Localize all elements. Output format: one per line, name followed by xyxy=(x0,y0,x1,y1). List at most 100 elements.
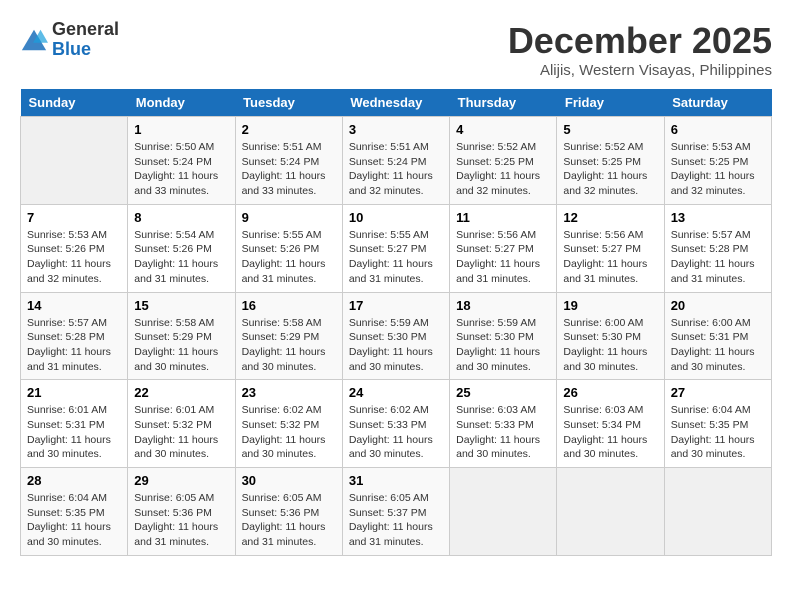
day-number: 20 xyxy=(671,298,765,313)
calendar-cell: 14Sunrise: 5:57 AMSunset: 5:28 PMDayligh… xyxy=(21,292,128,380)
day-number: 4 xyxy=(456,122,550,137)
day-number: 18 xyxy=(456,298,550,313)
day-number: 28 xyxy=(27,473,121,488)
day-number: 3 xyxy=(349,122,443,137)
calendar-cell: 11 Sunrise: 5:56 AMSunset: 5:27 PMDayligh… xyxy=(450,204,557,292)
day-info: Sunrise: 6:02 AMSunset: 5:33 PMDaylight:… xyxy=(349,403,443,462)
day-number: 19 xyxy=(563,298,657,313)
day-number: 22 xyxy=(134,385,228,400)
day-info: Sunrise: 5:53 AMSunset: 5:26 PMDaylight:… xyxy=(27,228,121,287)
calendar-cell: 3 Sunrise: 5:51 AMSunset: 5:24 PMDaylight… xyxy=(342,117,449,205)
column-header-wednesday: Wednesday xyxy=(342,89,449,117)
calendar-cell: 28 Sunrise: 6:04 AMSunset: 5:35 PMDayligh… xyxy=(21,468,128,556)
day-info: Sunrise: 5:58 AMSunset: 5:29 PMDaylight:… xyxy=(242,316,336,375)
day-info: Sunrise: 5:55 AMSunset: 5:27 PMDaylight:… xyxy=(349,228,443,287)
day-number: 21 xyxy=(27,385,121,400)
day-info: Sunrise: 5:55 AMSunset: 5:26 PMDaylight:… xyxy=(242,228,336,287)
calendar-cell: 16 Sunrise: 5:58 AMSunset: 5:29 PMDayligh… xyxy=(235,292,342,380)
logo-text: General Blue xyxy=(52,20,119,60)
day-info: Sunrise: 6:00 AMSunset: 5:30 PMDaylight:… xyxy=(563,316,657,375)
page-header: General Blue December 2025 Alijis, Weste… xyxy=(20,20,772,79)
calendar-cell: 1 Sunrise: 5:50 AMSunset: 5:24 PMDaylight… xyxy=(128,117,235,205)
day-info: Sunrise: 5:56 AMSunset: 5:27 PMDaylight:… xyxy=(563,228,657,287)
calendar-cell xyxy=(557,468,664,556)
calendar-week-row: 14Sunrise: 5:57 AMSunset: 5:28 PMDayligh… xyxy=(21,292,772,380)
day-number: 16 xyxy=(242,298,336,313)
calendar-cell: 26Sunrise: 6:03 AMSunset: 5:34 PMDayligh… xyxy=(557,380,664,468)
calendar-week-row: 1 Sunrise: 5:50 AMSunset: 5:24 PMDaylight… xyxy=(21,117,772,205)
day-number: 5 xyxy=(563,122,657,137)
day-number: 10 xyxy=(349,210,443,225)
calendar-cell xyxy=(664,468,771,556)
logo-general: General xyxy=(52,19,119,39)
calendar-week-row: 28 Sunrise: 6:04 AMSunset: 5:35 PMDayligh… xyxy=(21,468,772,556)
logo-icon xyxy=(20,26,48,54)
calendar-cell: 30Sunrise: 6:05 AMSunset: 5:36 PMDayligh… xyxy=(235,468,342,556)
day-number: 11 xyxy=(456,210,550,225)
day-number: 7 xyxy=(27,210,121,225)
day-number: 15 xyxy=(134,298,228,313)
calendar-table: SundayMondayTuesdayWednesdayThursdayFrid… xyxy=(20,89,772,556)
calendar-cell: 12 Sunrise: 5:56 AMSunset: 5:27 PMDayligh… xyxy=(557,204,664,292)
day-info: Sunrise: 5:52 AMSunset: 5:25 PMDaylight:… xyxy=(456,140,550,199)
calendar-cell: 6Sunrise: 5:53 AMSunset: 5:25 PMDaylight… xyxy=(664,117,771,205)
day-info: Sunrise: 5:51 AMSunset: 5:24 PMDaylight:… xyxy=(349,140,443,199)
day-number: 8 xyxy=(134,210,228,225)
day-number: 17 xyxy=(349,298,443,313)
calendar-cell: 23 Sunrise: 6:02 AMSunset: 5:32 PMDayligh… xyxy=(235,380,342,468)
day-info: Sunrise: 6:05 AMSunset: 5:37 PMDaylight:… xyxy=(349,491,443,550)
calendar-cell: 31Sunrise: 6:05 AMSunset: 5:37 PMDayligh… xyxy=(342,468,449,556)
day-info: Sunrise: 6:04 AMSunset: 5:35 PMDaylight:… xyxy=(27,491,121,550)
calendar-cell: 18 Sunrise: 5:59 AMSunset: 5:30 PMDayligh… xyxy=(450,292,557,380)
day-info: Sunrise: 5:50 AMSunset: 5:24 PMDaylight:… xyxy=(134,140,228,199)
calendar-cell xyxy=(21,117,128,205)
column-header-thursday: Thursday xyxy=(450,89,557,117)
day-number: 2 xyxy=(242,122,336,137)
calendar-cell: 21 Sunrise: 6:01 AMSunset: 5:31 PMDayligh… xyxy=(21,380,128,468)
title-block: December 2025 Alijis, Western Visayas, P… xyxy=(508,20,772,79)
day-number: 14 xyxy=(27,298,121,313)
calendar-cell xyxy=(450,468,557,556)
day-number: 26 xyxy=(563,385,657,400)
day-info: Sunrise: 6:04 AMSunset: 5:35 PMDaylight:… xyxy=(671,403,765,462)
day-number: 29 xyxy=(134,473,228,488)
day-number: 30 xyxy=(242,473,336,488)
day-info: Sunrise: 5:51 AMSunset: 5:24 PMDaylight:… xyxy=(242,140,336,199)
day-number: 25 xyxy=(456,385,550,400)
logo: General Blue xyxy=(20,20,119,60)
day-info: Sunrise: 5:59 AMSunset: 5:30 PMDaylight:… xyxy=(456,316,550,375)
month-year-title: December 2025 xyxy=(508,20,772,62)
day-info: Sunrise: 5:58 AMSunset: 5:29 PMDaylight:… xyxy=(134,316,228,375)
calendar-cell: 9 Sunrise: 5:55 AMSunset: 5:26 PMDaylight… xyxy=(235,204,342,292)
calendar-cell: 2 Sunrise: 5:51 AMSunset: 5:24 PMDaylight… xyxy=(235,117,342,205)
day-info: Sunrise: 5:56 AMSunset: 5:27 PMDaylight:… xyxy=(456,228,550,287)
calendar-week-row: 7 Sunrise: 5:53 AMSunset: 5:26 PMDaylight… xyxy=(21,204,772,292)
calendar-cell: 8 Sunrise: 5:54 AMSunset: 5:26 PMDaylight… xyxy=(128,204,235,292)
day-info: Sunrise: 6:03 AMSunset: 5:33 PMDaylight:… xyxy=(456,403,550,462)
day-number: 12 xyxy=(563,210,657,225)
day-number: 9 xyxy=(242,210,336,225)
calendar-week-row: 21 Sunrise: 6:01 AMSunset: 5:31 PMDayligh… xyxy=(21,380,772,468)
logo-blue: Blue xyxy=(52,39,91,59)
calendar-cell: 29Sunrise: 6:05 AMSunset: 5:36 PMDayligh… xyxy=(128,468,235,556)
column-header-tuesday: Tuesday xyxy=(235,89,342,117)
calendar-cell: 27Sunrise: 6:04 AMSunset: 5:35 PMDayligh… xyxy=(664,380,771,468)
day-info: Sunrise: 6:01 AMSunset: 5:31 PMDaylight:… xyxy=(27,403,121,462)
day-number: 24 xyxy=(349,385,443,400)
day-number: 1 xyxy=(134,122,228,137)
day-number: 23 xyxy=(242,385,336,400)
day-info: Sunrise: 5:57 AMSunset: 5:28 PMDaylight:… xyxy=(671,228,765,287)
column-header-sunday: Sunday xyxy=(21,89,128,117)
day-info: Sunrise: 6:02 AMSunset: 5:32 PMDaylight:… xyxy=(242,403,336,462)
day-info: Sunrise: 6:01 AMSunset: 5:32 PMDaylight:… xyxy=(134,403,228,462)
day-number: 13 xyxy=(671,210,765,225)
day-info: Sunrise: 6:00 AMSunset: 5:31 PMDaylight:… xyxy=(671,316,765,375)
calendar-cell: 7 Sunrise: 5:53 AMSunset: 5:26 PMDaylight… xyxy=(21,204,128,292)
calendar-cell: 22 Sunrise: 6:01 AMSunset: 5:32 PMDayligh… xyxy=(128,380,235,468)
day-info: Sunrise: 5:59 AMSunset: 5:30 PMDaylight:… xyxy=(349,316,443,375)
calendar-cell: 10 Sunrise: 5:55 AMSunset: 5:27 PMDayligh… xyxy=(342,204,449,292)
day-info: Sunrise: 5:54 AMSunset: 5:26 PMDaylight:… xyxy=(134,228,228,287)
column-header-friday: Friday xyxy=(557,89,664,117)
calendar-cell: 25 Sunrise: 6:03 AMSunset: 5:33 PMDayligh… xyxy=(450,380,557,468)
calendar-cell: 13 Sunrise: 5:57 AMSunset: 5:28 PMDayligh… xyxy=(664,204,771,292)
